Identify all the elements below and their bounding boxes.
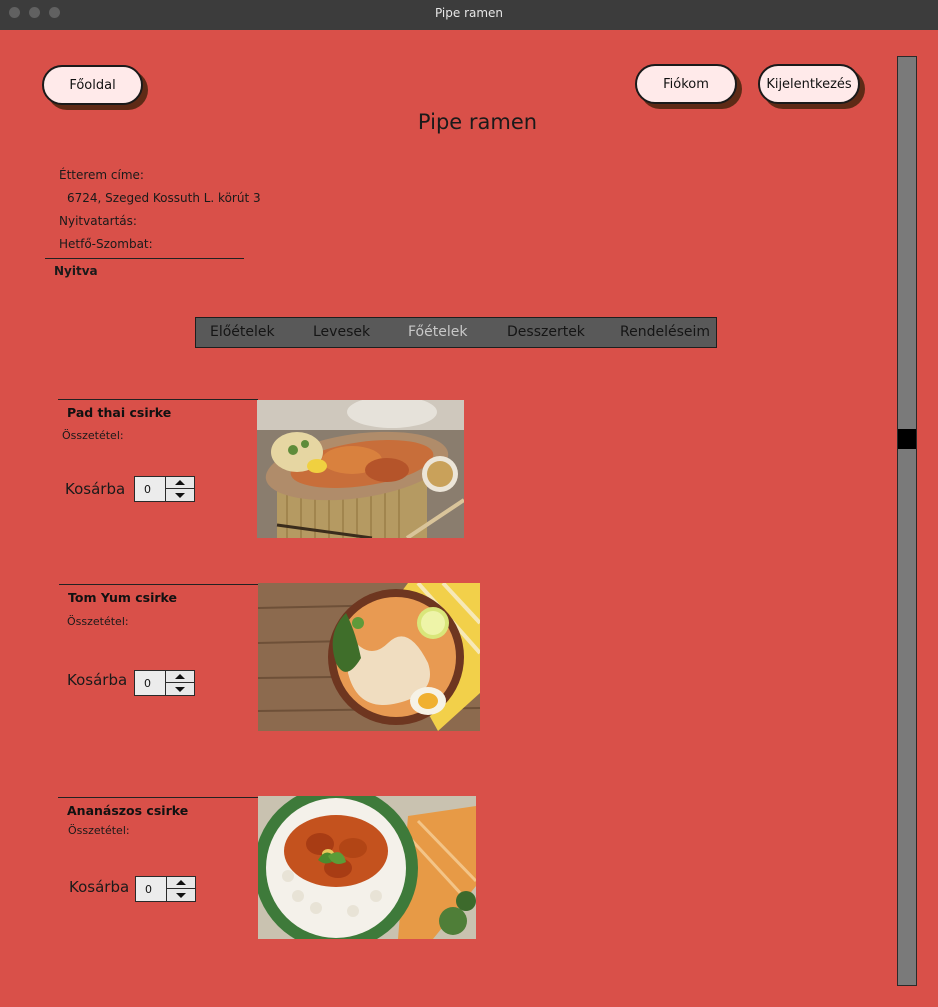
quantity-input[interactable] (136, 877, 167, 901)
food-composition-label: Összetétel: (67, 615, 129, 628)
decrement-button[interactable] (166, 489, 194, 501)
arrow-up-icon (175, 480, 185, 485)
tom-yum-photo (258, 583, 480, 731)
page-title: Pipe ramen (417, 110, 538, 134)
window-title: Pipe ramen (434, 6, 504, 20)
arrow-down-icon (176, 892, 186, 898)
tab-appetizers[interactable]: Előételek (210, 324, 275, 340)
address-value: 6724, Szeged Kossuth L. körút 3 (67, 191, 261, 205)
open-status: Nyitva (54, 264, 98, 278)
quantity-stepper (135, 876, 196, 902)
quantity-stepper (134, 476, 195, 502)
add-to-cart-label: Kosárba (69, 878, 130, 896)
window-titlebar: Pipe ramen (0, 0, 938, 30)
quantity-stepper (134, 670, 195, 696)
food-name: Ananászos csirke (67, 803, 189, 818)
main-content: Főoldal Fiókom Kijelentkezés Pipe ramen … (0, 30, 938, 1007)
pineapple-chicken-photo (258, 796, 476, 939)
account-button[interactable]: Fiókom (635, 64, 737, 104)
food-composition-label: Összetétel: (68, 824, 130, 837)
arrow-up-icon (175, 674, 185, 679)
increment-button[interactable] (166, 477, 194, 489)
add-to-cart-label: Kosárba (65, 480, 126, 498)
vertical-scrollbar[interactable] (897, 56, 917, 986)
food-name: Pad thai csirke (67, 405, 172, 420)
quantity-input[interactable] (135, 477, 166, 501)
logout-button[interactable]: Kijelentkezés (758, 64, 860, 104)
increment-button[interactable] (166, 671, 194, 683)
food-divider (59, 584, 259, 585)
home-button[interactable]: Főoldal (42, 65, 143, 105)
tab-soups[interactable]: Levesek (313, 324, 370, 340)
arrow-up-icon (176, 880, 186, 885)
add-to-cart-label: Kosárba (67, 671, 128, 689)
tab-desserts[interactable]: Desszertek (507, 324, 585, 340)
pad-thai-photo (257, 400, 464, 538)
food-composition-label: Összetétel: (62, 429, 124, 442)
tab-my-orders[interactable]: Rendeléseim (620, 324, 710, 340)
decrement-button[interactable] (167, 889, 195, 901)
category-tabs: Előételek Levesek Főételek Desszertek Re… (195, 317, 717, 348)
arrow-down-icon (175, 686, 185, 692)
increment-button[interactable] (167, 877, 195, 889)
quantity-input[interactable] (135, 671, 166, 695)
decrement-button[interactable] (166, 683, 194, 695)
food-name: Tom Yum csirke (68, 590, 178, 605)
days-label: Hetfő-Szombat: (59, 237, 153, 251)
info-divider (45, 258, 244, 259)
food-divider (58, 399, 258, 400)
opening-hours-label: Nyitvatartás: (59, 214, 137, 228)
address-label: Étterem címe: (59, 168, 144, 182)
food-divider (58, 797, 258, 798)
scrollbar-thumb[interactable] (898, 429, 916, 449)
tab-main-courses[interactable]: Főételek (408, 324, 467, 340)
arrow-down-icon (175, 492, 185, 498)
